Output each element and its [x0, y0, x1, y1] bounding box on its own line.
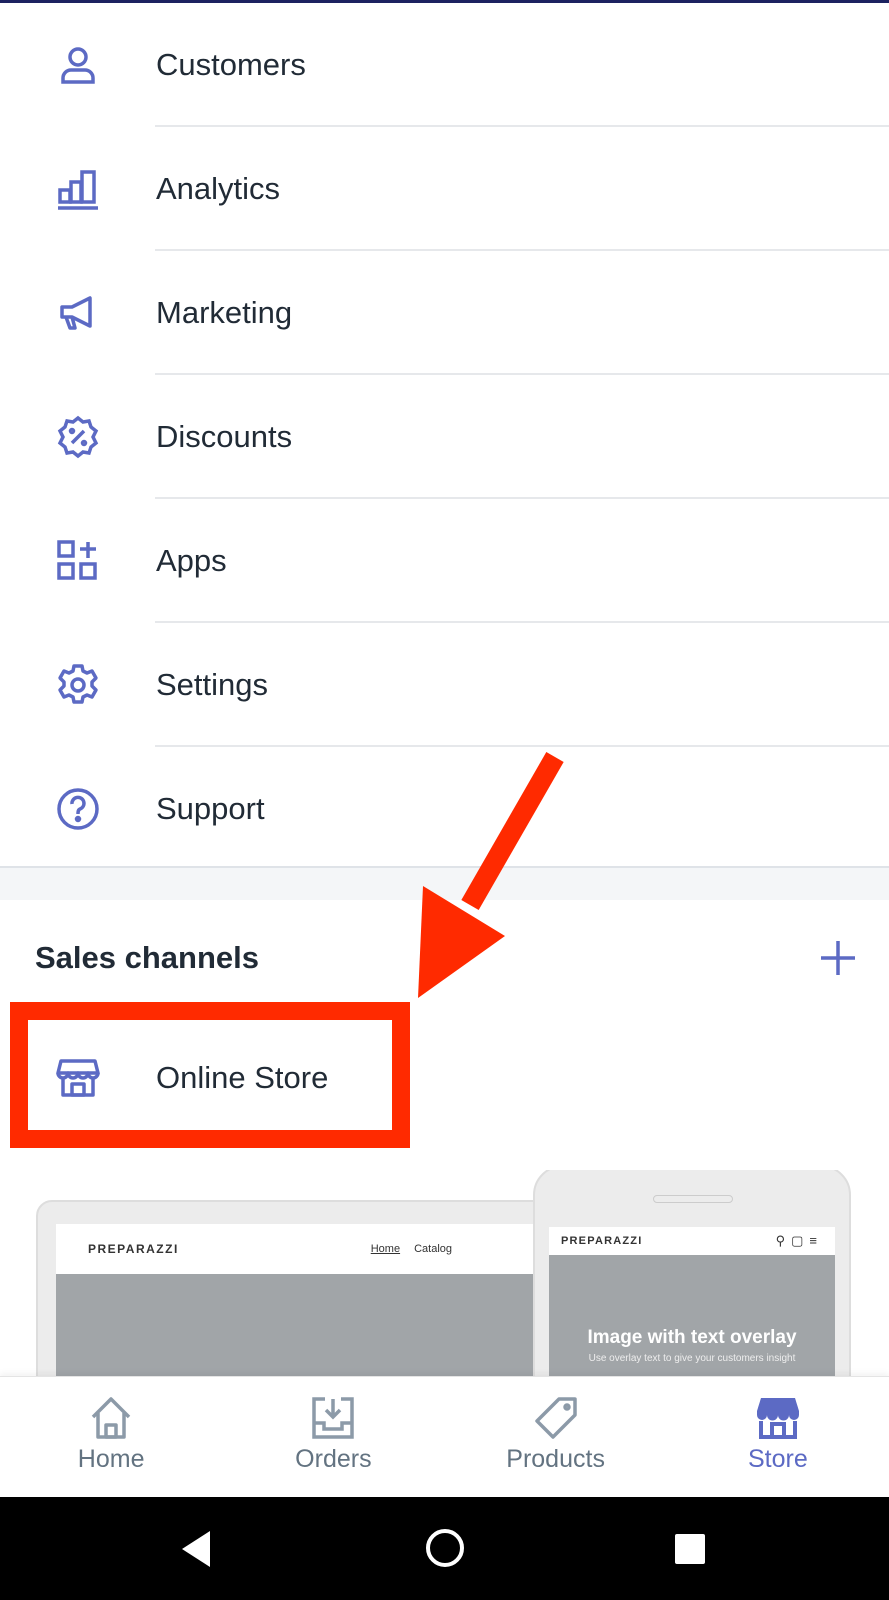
preview-nav-icons: ⚲▢≡ [775, 1233, 823, 1248]
tab-products[interactable]: Products [445, 1377, 667, 1497]
preview-brand-mobile: PREPARAZZI [561, 1235, 643, 1247]
preview-overlay-subtitle: Use overlay text to give your customers … [588, 1353, 796, 1364]
section-title: Sales channels [35, 940, 260, 975]
tab-orders[interactable]: Orders [222, 1377, 444, 1497]
megaphone-icon [0, 290, 156, 336]
tag-icon [534, 1397, 577, 1439]
menu-item-label: Settings [156, 667, 269, 702]
preview-overlay-title: Image with text overlay [587, 1327, 797, 1348]
annotation-highlight-box [10, 1002, 410, 1148]
customer-icon [0, 42, 156, 88]
store-icon [756, 1398, 799, 1439]
home-circle-icon[interactable] [424, 1527, 466, 1569]
menu-item-marketing[interactable]: Marketing [0, 251, 889, 375]
bottom-tab-bar: Home Orders Products Store [0, 1376, 889, 1497]
menu-item-label: Apps [156, 543, 227, 578]
menu-item-support[interactable]: Support [0, 747, 889, 871]
menu-item-analytics[interactable]: Analytics [0, 127, 889, 251]
menu-item-discounts[interactable]: Discounts [0, 375, 889, 499]
tab-home[interactable]: Home [0, 1377, 222, 1497]
orders-icon [312, 1397, 355, 1439]
menu-item-label: Support [156, 791, 265, 826]
tab-label: Products [506, 1445, 605, 1473]
home-icon [91, 1397, 131, 1439]
discount-icon [0, 414, 156, 460]
menu-item-label: Analytics [156, 171, 281, 206]
preview-link-home: Home [370, 1243, 401, 1255]
apps-icon [0, 538, 156, 584]
tab-label: Home [77, 1445, 145, 1473]
menu-item-apps[interactable]: Apps [0, 499, 889, 623]
back-icon[interactable] [178, 1529, 214, 1569]
menu-item-customers[interactable]: Customers [0, 3, 889, 127]
menu-item-settings[interactable]: Settings [0, 623, 889, 747]
tab-store[interactable]: Store [667, 1377, 889, 1497]
preview-brand: PREPARAZZI [88, 1242, 179, 1256]
analytics-icon [0, 166, 156, 212]
tab-label: Store [747, 1445, 808, 1473]
theme-preview[interactable]: PREPARAZZI Home Catalog PREPARAZZI ⚲▢≡ Ima… [0, 1170, 889, 1380]
plus-icon[interactable] [818, 938, 858, 978]
tab-label: Orders [295, 1445, 372, 1473]
section-separator [0, 866, 889, 900]
gear-icon [0, 662, 156, 708]
desktop-preview: PREPARAZZI Home Catalog [36, 1200, 576, 1380]
menu-item-label: Customers [156, 47, 306, 82]
preview-link-catalog: Catalog [414, 1243, 452, 1255]
store-menu: Customers Analytics Marketing Discounts … [0, 3, 889, 871]
menu-item-label: Marketing [156, 295, 293, 330]
help-icon [0, 786, 156, 832]
recents-icon[interactable] [674, 1533, 706, 1565]
mobile-preview: PREPARAZZI ⚲▢≡ Image with text overlay Us… [533, 1170, 851, 1380]
menu-item-label: Discounts [156, 419, 293, 454]
android-nav-bar [0, 1497, 889, 1600]
